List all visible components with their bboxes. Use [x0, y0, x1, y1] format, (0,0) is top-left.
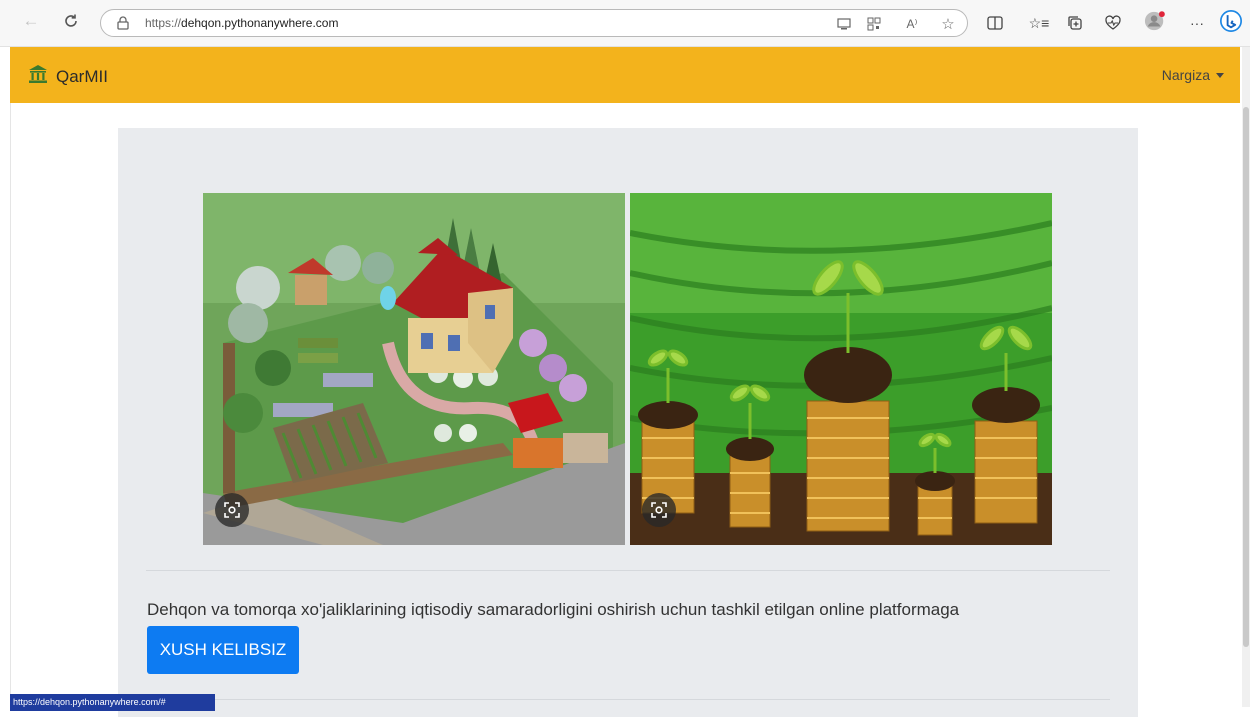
bing-icon[interactable]	[1220, 10, 1242, 32]
visual-search-icon[interactable]	[215, 493, 249, 527]
qr-icon[interactable]	[865, 15, 883, 33]
chevron-down-icon	[1216, 72, 1224, 78]
garden-house-image	[203, 193, 625, 545]
back-icon[interactable]: ←	[20, 10, 42, 32]
brand-name: QarMII	[56, 66, 108, 86]
address-bar[interactable]: https://dehqon.pythonanywhere.com A⁾ ☆	[100, 9, 968, 37]
health-icon[interactable]	[1102, 12, 1124, 34]
lock-icon[interactable]	[115, 15, 131, 31]
hero-card: Dehqon va tomorqa xo'jaliklarining iqtis…	[118, 128, 1138, 717]
favorite-star-icon[interactable]: ☆	[939, 15, 957, 33]
divider	[146, 699, 1110, 700]
collections-icon[interactable]	[1064, 12, 1086, 34]
app-available-icon[interactable]	[835, 15, 853, 33]
bank-icon	[28, 64, 48, 89]
visual-search-icon[interactable]	[642, 493, 676, 527]
user-dropdown[interactable]: Nargiza	[1162, 67, 1224, 83]
brand-link[interactable]: QarMII	[28, 64, 108, 89]
url-text: https://dehqon.pythonanywhere.com	[145, 16, 338, 30]
page-left-border	[10, 103, 11, 703]
scrollbar-thumb[interactable]	[1243, 107, 1249, 647]
welcome-tagline: Dehqon va tomorqa xo'jaliklarining iqtis…	[147, 600, 960, 619]
read-aloud-icon[interactable]: A⁾	[903, 15, 921, 33]
divider	[146, 570, 1110, 571]
welcome-button[interactable]: XUSH KELIBSIZ	[147, 626, 299, 674]
user-name: Nargiza	[1161, 67, 1210, 83]
favorites-icon[interactable]: ☆≡	[1028, 12, 1050, 34]
browser-toolbar: ← https://dehqon.pythonanywhere.com A⁾ ☆…	[0, 0, 1250, 47]
more-icon[interactable]: ···	[1186, 12, 1208, 34]
scrollbar[interactable]	[1242, 47, 1250, 707]
url-protocol: https://	[145, 16, 182, 30]
navbar: QarMII Nargiza	[10, 47, 1240, 103]
profile-icon[interactable]	[1144, 10, 1166, 32]
refresh-icon[interactable]	[60, 10, 82, 32]
split-screen-icon[interactable]	[984, 12, 1006, 34]
status-bar-url: https://dehqon.pythonanywhere.com/#	[10, 694, 215, 711]
url-host: dehqon.pythonanywhere.com	[181, 16, 339, 30]
coin-plants-image	[630, 193, 1052, 545]
